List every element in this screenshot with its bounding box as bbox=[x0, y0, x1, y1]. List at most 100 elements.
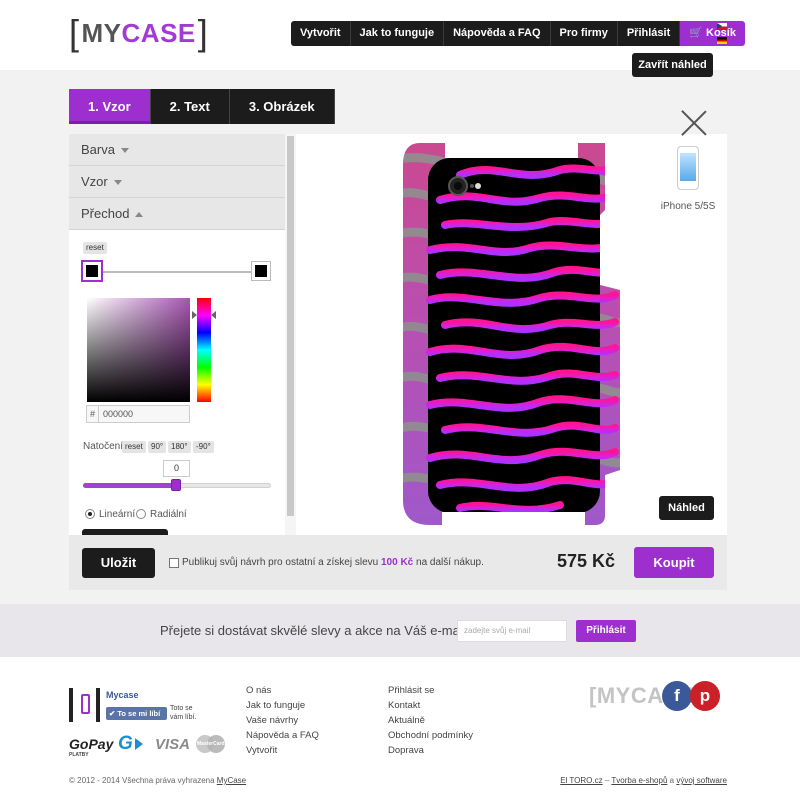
nav-pro-firmy[interactable]: Pro firmy bbox=[550, 21, 618, 46]
model-label: iPhone 5/5S bbox=[660, 201, 716, 212]
fb-like-text: Toto se vám líbí. bbox=[170, 705, 197, 721]
footer-links-col1: O nás Jak to funguje Vaše návrhy Nápověd… bbox=[246, 683, 319, 758]
gopay-logo: GoPay bbox=[69, 736, 113, 752]
gopay-sub: PLATBY bbox=[69, 752, 89, 758]
footer-link-napoveda[interactable]: Nápověda a FAQ bbox=[246, 728, 319, 743]
rotation-180-button[interactable]: 180° bbox=[168, 441, 191, 453]
visa-logo: VISA bbox=[155, 736, 191, 753]
play-arrow-icon bbox=[135, 738, 143, 750]
footer-link-o-nas[interactable]: O nás bbox=[246, 683, 319, 698]
radio-radial[interactable] bbox=[136, 509, 146, 519]
iphone-model-thumbnail[interactable] bbox=[677, 146, 699, 190]
mc-text: MasterCard bbox=[197, 741, 225, 747]
buy-button[interactable]: Koupit bbox=[634, 547, 714, 578]
nav-napoveda[interactable]: Nápověda a FAQ bbox=[444, 21, 551, 46]
main-nav: Vytvořit Jak to funguje Nápověda a FAQ P… bbox=[291, 21, 745, 46]
section-prechod[interactable]: Přechod bbox=[69, 198, 296, 230]
footer-link-obchodni-podminky[interactable]: Obchodní podmínky bbox=[388, 728, 473, 743]
close-icon[interactable] bbox=[680, 109, 708, 137]
cz-flag-icon[interactable] bbox=[717, 23, 727, 30]
price: 575 Kč bbox=[557, 551, 616, 571]
rotation-90-button[interactable]: 90° bbox=[148, 441, 167, 453]
fb-like-button[interactable]: ✔ To se mi líbí bbox=[106, 707, 167, 720]
tab-text[interactable]: 2. Text bbox=[150, 89, 230, 124]
phone-case-preview[interactable] bbox=[400, 140, 625, 530]
chevron-up-icon bbox=[135, 212, 144, 218]
scrollbar-thumb[interactable] bbox=[287, 136, 294, 516]
preview-button[interactable]: Náhled bbox=[659, 496, 714, 520]
section-barva-label: Barva bbox=[81, 142, 115, 157]
sidebar-scrollbar[interactable] bbox=[285, 134, 296, 535]
copyright-link[interactable]: MyCase bbox=[217, 776, 246, 785]
rotation-minus90-button[interactable]: -90° bbox=[193, 441, 214, 453]
cart-icon: 🛒 bbox=[689, 27, 706, 39]
gradient-end-swatch[interactable] bbox=[252, 262, 270, 280]
footer-links-col2: Přihlásit se Kontakt Aktuálně Obchodní p… bbox=[388, 683, 473, 758]
gradient-line bbox=[103, 271, 251, 273]
hex-color-input[interactable]: #000000 bbox=[86, 405, 190, 423]
footer-link-aktualne[interactable]: Aktuálně bbox=[388, 713, 473, 728]
phone-icon bbox=[81, 694, 90, 714]
hex-hash: # bbox=[87, 406, 99, 422]
publish-checkbox[interactable] bbox=[169, 558, 179, 568]
credit: El TORO.cz – Tvorba e-shopů a vývoj soft… bbox=[560, 776, 727, 785]
footer-link-vase-navrhy[interactable]: Vaše návrhy bbox=[246, 713, 319, 728]
save-button[interactable]: Uložit bbox=[82, 548, 155, 578]
newsletter-email-input[interactable]: zadejte svůj e-mail bbox=[457, 620, 567, 642]
mycase-logo[interactable]: [ MY CASE ] bbox=[69, 14, 208, 52]
section-prechod-label: Přechod bbox=[81, 206, 130, 221]
nav-cart[interactable]: 🛒 Košík bbox=[680, 21, 745, 46]
fb-page-name[interactable]: Mycase bbox=[106, 690, 139, 700]
section-barva[interactable]: Barva bbox=[69, 134, 296, 166]
logo-my: MY bbox=[81, 17, 122, 48]
color-picker-square[interactable] bbox=[87, 298, 190, 402]
section-vzor-label: Vzor bbox=[81, 174, 108, 189]
logo-case: CASE bbox=[121, 17, 196, 48]
hex-value: 000000 bbox=[103, 409, 134, 419]
hue-marker-left bbox=[192, 311, 197, 319]
pinterest-icon[interactable]: p bbox=[690, 681, 720, 711]
publish-discount: 100 Kč bbox=[381, 557, 414, 568]
chevron-down-icon bbox=[113, 180, 122, 186]
copyright: © 2012 - 2014 Všechna práva vyhrazena My… bbox=[69, 776, 246, 785]
designer-tabs: 1. Vzor 2. Text 3. Obrázek bbox=[69, 89, 335, 124]
footer-link-kontakt[interactable]: Kontakt bbox=[388, 698, 473, 713]
logo-bracket-right: ] bbox=[197, 12, 209, 53]
mastercard-logo: MasterCard bbox=[196, 735, 226, 755]
section-vzor[interactable]: Vzor bbox=[69, 166, 296, 198]
radio-radial-label: Radiální bbox=[150, 509, 187, 520]
rotation-slider-handle[interactable] bbox=[171, 479, 181, 491]
nav-jak-to-funguje[interactable]: Jak to funguje bbox=[350, 21, 445, 46]
radio-linear[interactable] bbox=[85, 509, 95, 519]
rotation-label: Natočení bbox=[83, 441, 124, 452]
copyright-text: © 2012 - 2014 Všechna práva vyhrazena bbox=[69, 776, 215, 785]
credit-link-eltoro[interactable]: El TORO.cz bbox=[560, 776, 602, 785]
logo-bracket-left: [ bbox=[69, 12, 80, 53]
close-preview-button[interactable]: Zavřít náhled bbox=[632, 53, 713, 77]
footer-link-prihlasit[interactable]: Přihlásit se bbox=[388, 683, 473, 698]
rotation-slider-fill bbox=[83, 483, 176, 488]
mycase-fb-avatar[interactable] bbox=[69, 688, 100, 722]
newsletter-subscribe-button[interactable]: Přihlásit bbox=[576, 620, 636, 642]
footer-link-jak-to-funguje[interactable]: Jak to funguje bbox=[246, 698, 319, 713]
rotation-reset-button[interactable]: reset bbox=[122, 441, 146, 453]
footer-link-doprava[interactable]: Doprava bbox=[388, 743, 473, 758]
tab-obrazek[interactable]: 3. Obrázek bbox=[229, 89, 335, 124]
nav-vytvorit[interactable]: Vytvořit bbox=[291, 21, 351, 46]
rotation-value-field[interactable]: 0 bbox=[163, 460, 190, 477]
footer-link-vytvorit[interactable]: Vytvořit bbox=[246, 743, 319, 758]
credit-link-eshop[interactable]: Tvorba e-shopů bbox=[611, 776, 667, 785]
phone-screen-icon bbox=[680, 153, 696, 181]
publish-text-after: na další nákup. bbox=[416, 557, 484, 568]
hue-slider[interactable] bbox=[197, 298, 211, 402]
gradient-start-swatch[interactable] bbox=[83, 262, 101, 280]
tab-vzor[interactable]: 1. Vzor bbox=[69, 89, 151, 124]
publish-text: Publikuj svůj návrh pro ostatní a získej… bbox=[182, 557, 484, 568]
hue-marker-right bbox=[211, 311, 216, 319]
credit-and: a bbox=[667, 776, 677, 785]
nav-prihlasit[interactable]: Přihlásit bbox=[617, 21, 681, 46]
gradient-reset-button[interactable]: reset bbox=[83, 242, 107, 254]
credit-link-software[interactable]: vývoj software bbox=[676, 776, 727, 785]
de-flag-icon[interactable] bbox=[717, 37, 727, 44]
facebook-icon[interactable]: f bbox=[662, 681, 692, 711]
